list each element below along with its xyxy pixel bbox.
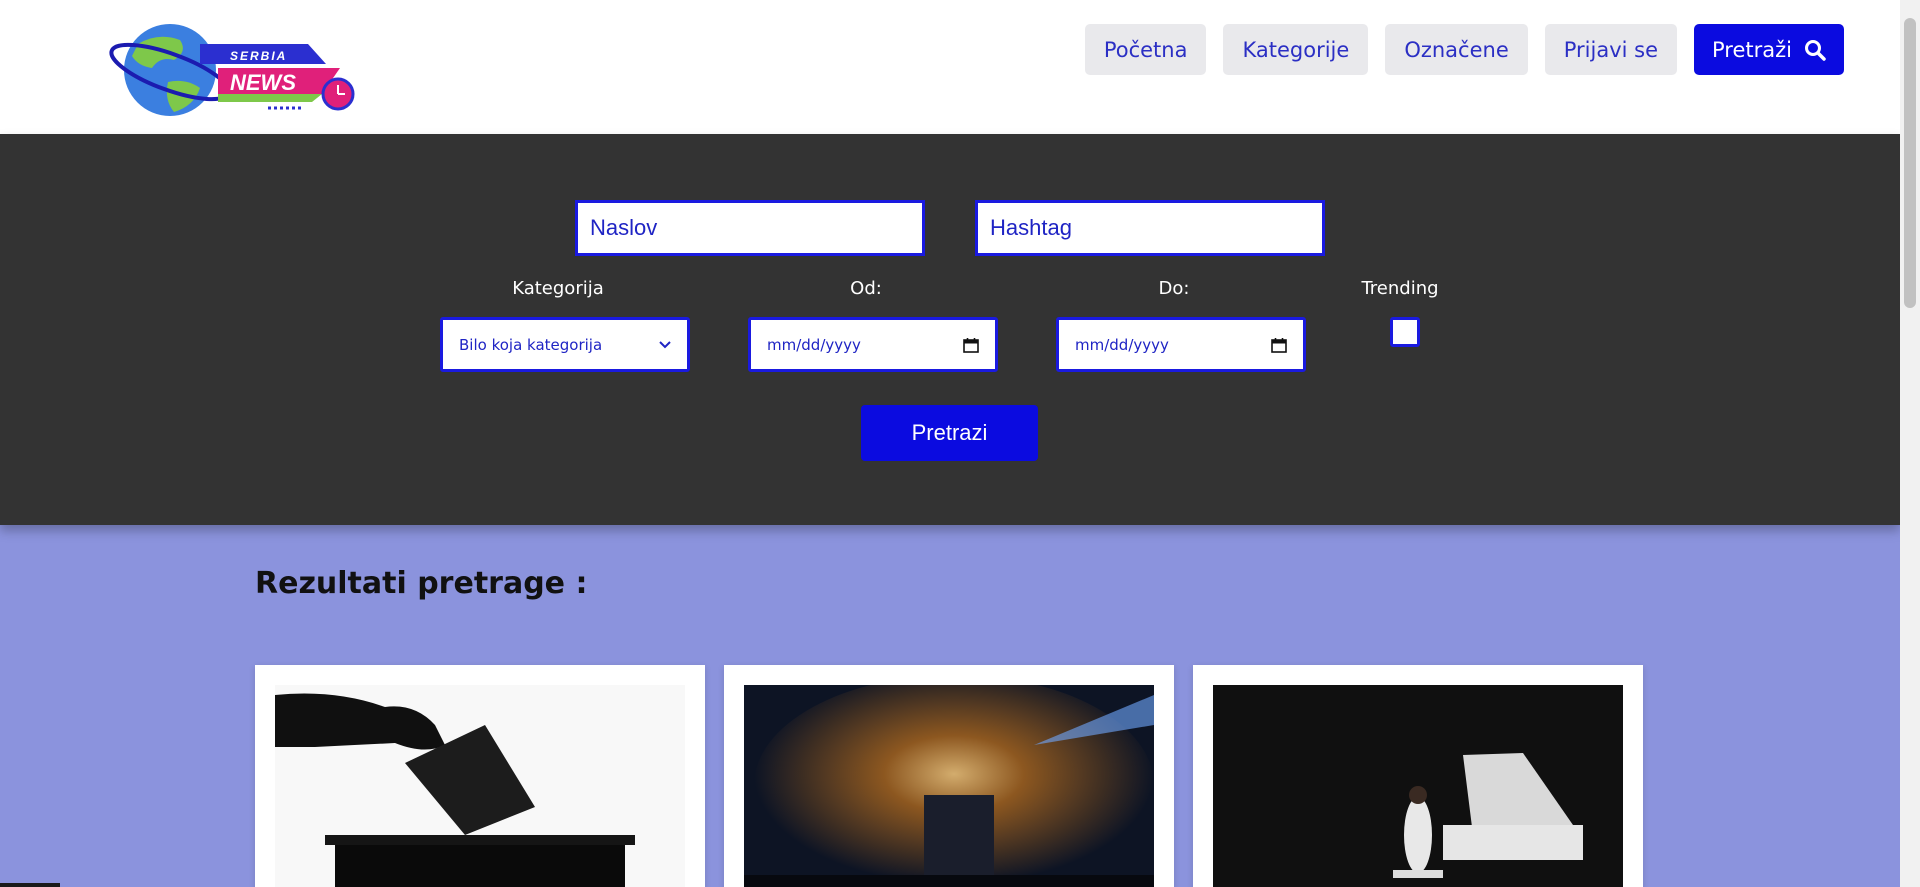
card-image-ballot[interactable]	[275, 685, 685, 887]
search-submit-button[interactable]: Pretrazi	[861, 405, 1038, 461]
chevron-down-icon	[659, 340, 671, 348]
from-label: Od:	[850, 278, 882, 299]
site-header: SERBIA NEWS Početna Kategorije Označene …	[0, 0, 1900, 134]
ballot-image	[275, 685, 685, 887]
logo-serbia-text: SERBIA	[230, 49, 287, 63]
title-input[interactable]: Naslov	[575, 200, 925, 256]
trending-label: Trending	[1361, 278, 1439, 299]
search-icon	[1805, 39, 1826, 61]
nav-search-label: Pretraži	[1712, 37, 1792, 62]
to-label: Do:	[1158, 278, 1190, 299]
result-card[interactable]	[724, 665, 1174, 887]
nav-categories[interactable]: Kategorije	[1223, 24, 1369, 75]
hashtag-input[interactable]: Hashtag	[975, 200, 1325, 256]
to-date-value: mm/dd/yyyy	[1075, 335, 1169, 354]
result-card[interactable]	[1193, 665, 1643, 887]
bottom-edge-strip	[0, 883, 60, 887]
concert-image	[744, 685, 1154, 887]
main-nav: Početna Kategorije Označene Prijavi se P…	[1068, 24, 1844, 75]
page-scrollbar[interactable]	[1900, 0, 1920, 887]
calendar-icon[interactable]	[963, 337, 979, 353]
card-image-piano[interactable]	[1213, 685, 1623, 887]
category-select-value: Bilo koja kategorija	[459, 335, 603, 354]
logo-news-text: NEWS	[230, 70, 296, 95]
trending-checkbox[interactable]	[1390, 317, 1420, 347]
to-date-input[interactable]: mm/dd/yyyy	[1056, 317, 1306, 372]
from-date-input[interactable]: mm/dd/yyyy	[748, 317, 998, 372]
category-label: Kategorija	[512, 278, 604, 299]
card-image-concert[interactable]	[744, 685, 1154, 887]
from-date-value: mm/dd/yyyy	[767, 335, 861, 354]
calendar-icon[interactable]	[1271, 337, 1287, 353]
results-title: Rezultati pretrage :	[255, 566, 588, 601]
logo-graphic: SERBIA NEWS	[109, 24, 355, 116]
result-card[interactable]	[255, 665, 705, 887]
category-select[interactable]: Bilo koja kategorija	[440, 317, 690, 372]
piano-image	[1213, 685, 1623, 887]
nav-home[interactable]: Početna	[1084, 24, 1207, 75]
scrollbar-thumb[interactable]	[1904, 18, 1916, 308]
nav-bookmarked[interactable]: Označene	[1385, 24, 1528, 75]
nav-login[interactable]: Prijavi se	[1544, 24, 1678, 75]
site-logo[interactable]: SERBIA NEWS	[108, 22, 358, 122]
nav-search-button[interactable]: Pretraži	[1694, 24, 1844, 75]
